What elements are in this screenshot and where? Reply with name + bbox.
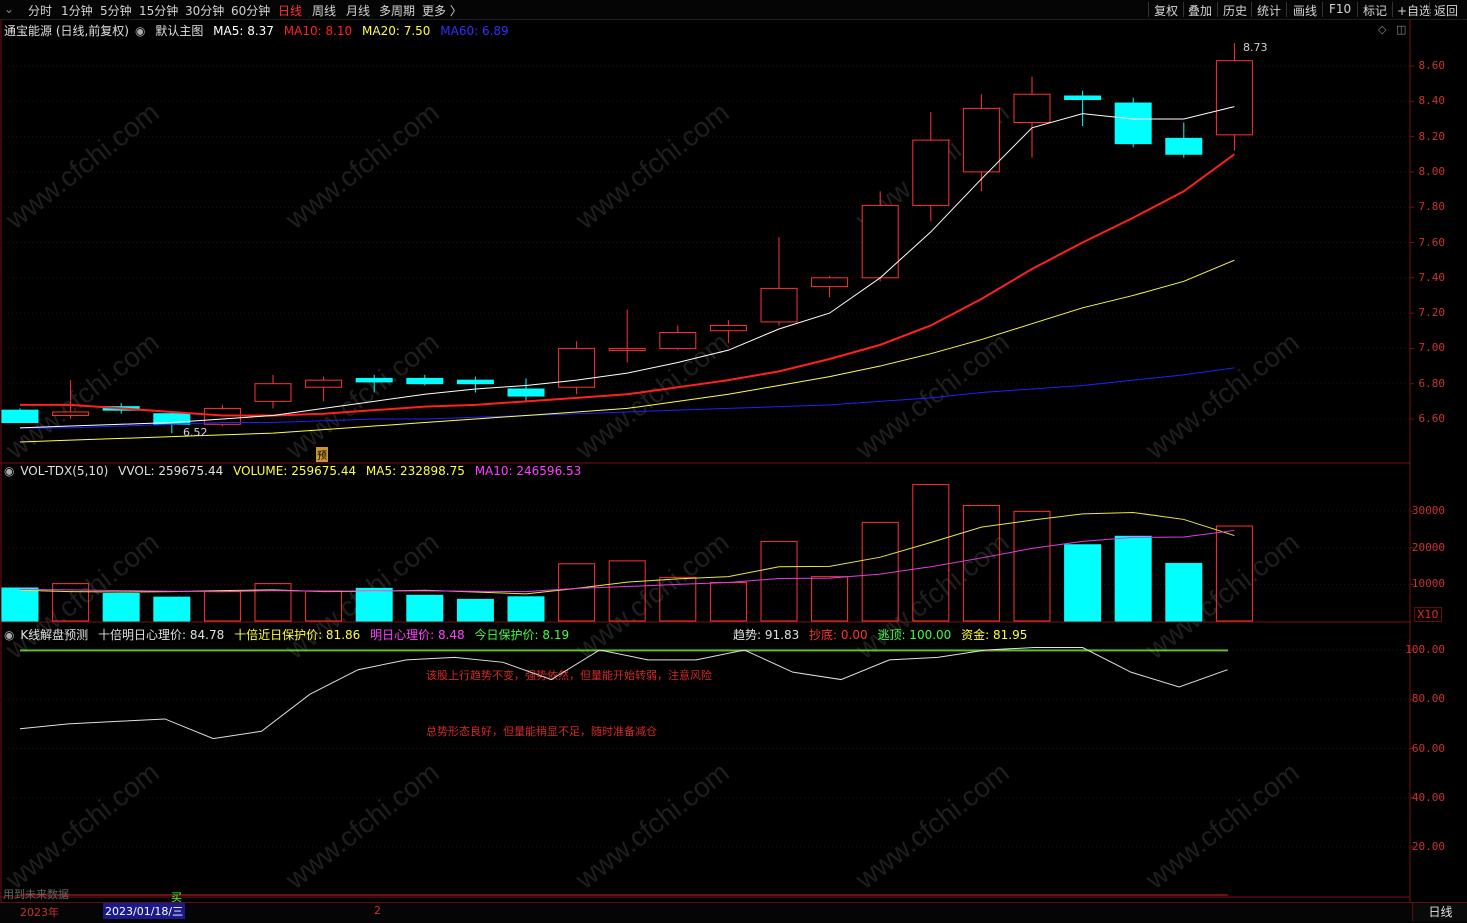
volume-bar	[608, 560, 646, 622]
indicator-tick-label: 20.00	[1411, 840, 1445, 853]
price-tick-label: 7.00	[1418, 341, 1446, 355]
volume-bar	[1114, 535, 1152, 622]
period-selector[interactable]: 日线	[1412, 903, 1467, 921]
ma5-line	[19, 106, 1235, 429]
candle-body	[507, 388, 545, 397]
candle-body	[1114, 102, 1152, 145]
volume-bar	[102, 593, 140, 622]
candle-body	[962, 107, 1000, 173]
volume-ma5-line	[19, 511, 1235, 595]
volume-bar	[507, 596, 545, 622]
volume-bar	[305, 590, 343, 622]
volume-bar	[1013, 510, 1051, 622]
trend-line	[19, 647, 1228, 740]
candle-body	[305, 379, 343, 388]
volume-bar	[153, 596, 191, 622]
volume-bar	[760, 540, 798, 622]
high-price-label: 8.73	[1243, 41, 1268, 54]
volume-tick-label: 30000	[1411, 504, 1445, 517]
candle-body	[1013, 93, 1051, 123]
price-tick-label: 8.60	[1418, 59, 1446, 72]
volume-bar	[1, 587, 39, 622]
price-tick-label: 7.80	[1418, 200, 1446, 214]
year-label: 2023年	[20, 906, 59, 919]
price-tick-label: 6.80	[1418, 376, 1446, 390]
price-tick-label: 7.20	[1418, 306, 1446, 320]
volume-bar	[709, 582, 747, 622]
candle-body	[254, 383, 292, 402]
price-tick-label: 7.60	[1418, 235, 1446, 249]
future-data-warning: 用到未来数据	[3, 888, 69, 901]
price-tick-label: 8.40	[1418, 94, 1446, 108]
volume-bar	[406, 594, 444, 622]
month-label: 2	[374, 904, 381, 917]
candle-body	[52, 411, 90, 416]
scale-badge[interactable]: X10	[1414, 607, 1442, 622]
volume-bar	[1165, 562, 1203, 622]
volume-bar	[962, 505, 1000, 622]
volume-bar	[558, 563, 596, 622]
low-price-label: 6.52	[183, 426, 208, 439]
price-tick-label: 8.00	[1418, 164, 1446, 178]
candle-body	[406, 377, 444, 385]
volume-bar	[52, 583, 90, 622]
candle-body	[709, 324, 747, 332]
volume-tick-label: 10000	[1411, 577, 1445, 591]
candle-body	[760, 287, 798, 323]
date-cursor-label: 2023/01/18/三	[103, 903, 186, 919]
indicator-tick-label: 100.00	[1405, 643, 1445, 656]
candle-body	[811, 277, 849, 288]
stock-chart[interactable]	[0, 0, 1467, 922]
volume-bar	[355, 587, 393, 622]
volume-tick-label: 20000	[1411, 540, 1445, 554]
candle-body	[659, 332, 697, 349]
volume-bar	[861, 521, 899, 622]
volume-bar	[1064, 544, 1102, 622]
price-tick-label: 7.40	[1418, 270, 1446, 284]
candle-body	[1, 409, 39, 424]
volume-bar	[456, 598, 494, 622]
candle-body	[1165, 137, 1203, 155]
candle-body	[608, 347, 646, 351]
volume-bar	[1215, 525, 1253, 622]
indicator-tick-label: 60.00	[1411, 741, 1445, 755]
candle-body	[355, 377, 393, 383]
volume-bar	[912, 484, 950, 622]
candle-body	[456, 379, 494, 385]
volume-bar	[254, 583, 292, 622]
candle-body	[1064, 95, 1102, 101]
ma10-line	[20, 153, 1235, 417]
time-axis	[0, 902, 1467, 923]
indicator-tick-label: 40.00	[1411, 790, 1445, 804]
candle-body	[1215, 60, 1253, 136]
volume-bar	[203, 591, 241, 622]
forecast-badge[interactable]: 预	[316, 447, 328, 462]
volume-bar	[811, 576, 849, 622]
price-tick-label: 6.60	[1418, 412, 1446, 425]
candle-body	[912, 139, 950, 206]
price-tick-label: 8.20	[1418, 129, 1446, 143]
indicator-tick-label: 80.00	[1411, 692, 1445, 706]
